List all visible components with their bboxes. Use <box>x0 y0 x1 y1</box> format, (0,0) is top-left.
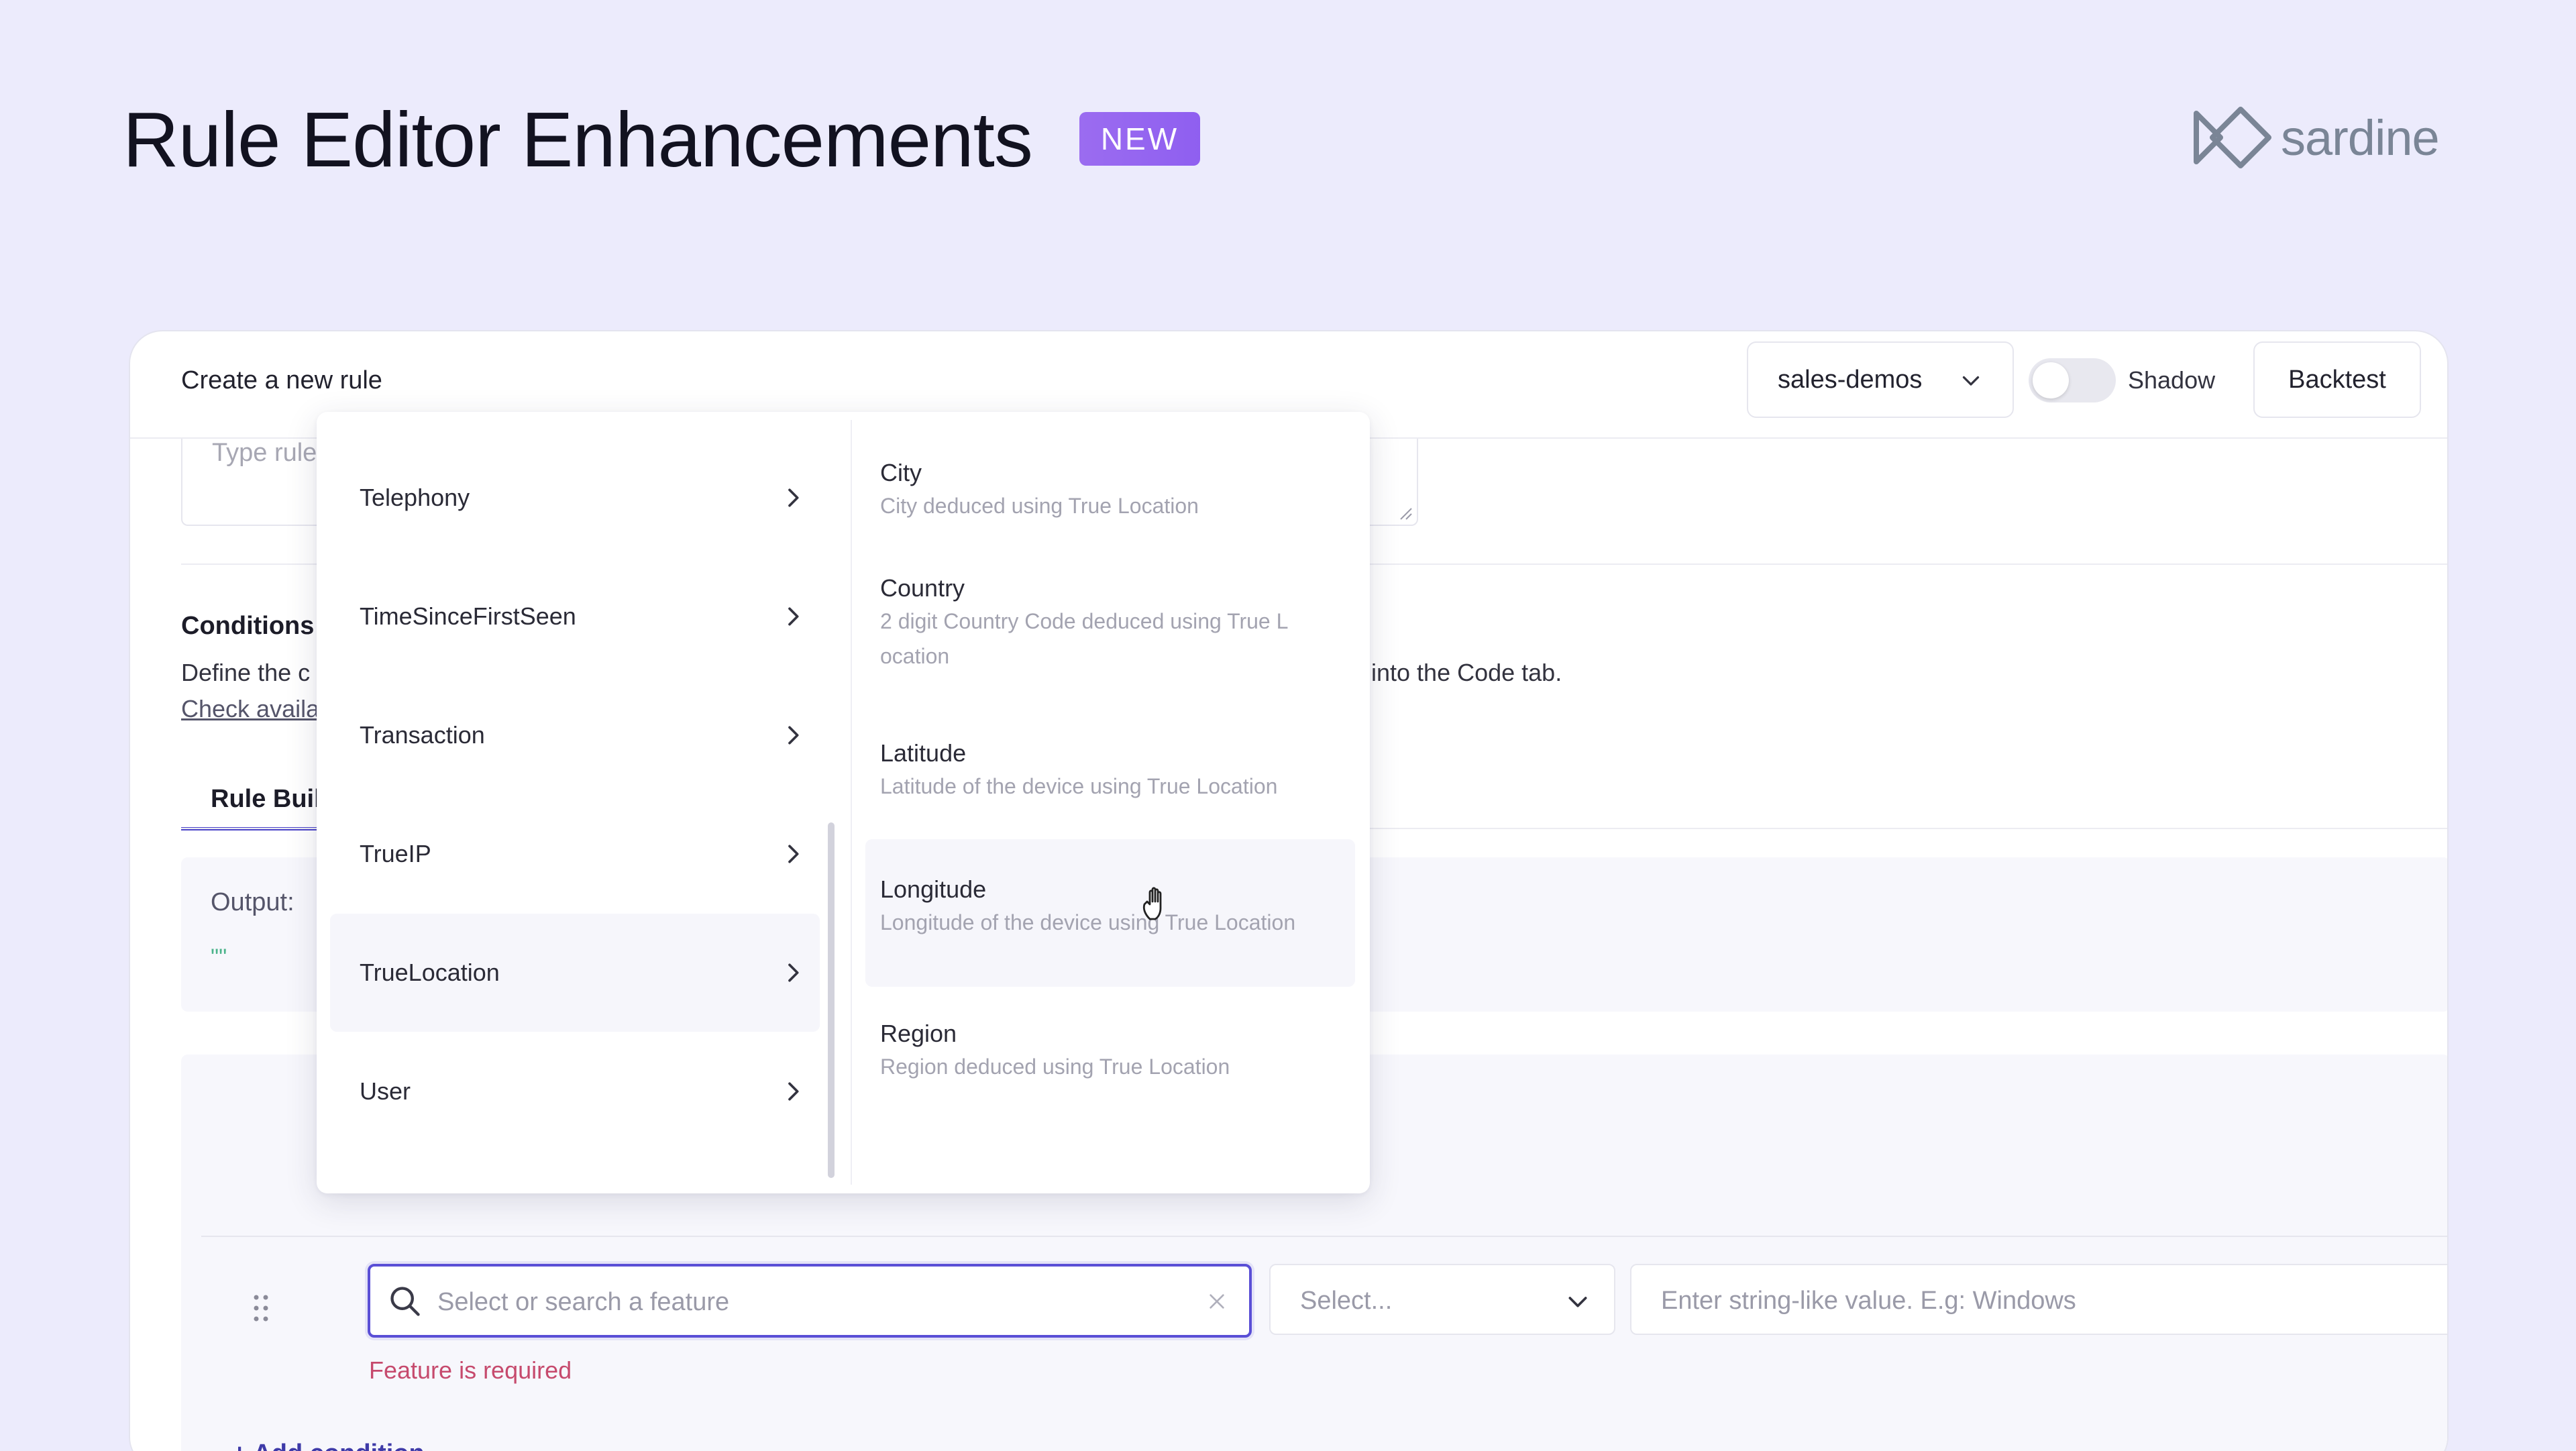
value-placeholder: Enter string-like value. E.g: Windows <box>1661 1287 2076 1315</box>
new-badge: NEW <box>1079 112 1200 166</box>
workspace-select[interactable]: sales-demos <box>1747 341 2014 418</box>
output-label: Output: <box>211 888 294 916</box>
chevron-right-icon <box>788 726 799 745</box>
feature-error: Feature is required <box>369 1356 572 1384</box>
page-title: Rule Editor Enhancements <box>123 96 1033 183</box>
logo-text: sardine <box>2281 109 2440 166</box>
category-item-trueip[interactable]: TrueIP <box>330 795 820 913</box>
search-icon <box>390 1287 420 1316</box>
conditions-title: Conditions <box>181 612 315 640</box>
feature-description: Region deduced using True Location <box>880 1055 1230 1079</box>
backtest-button[interactable]: Backtest <box>2253 341 2421 418</box>
hand-cursor-icon <box>1142 887 1162 920</box>
feature-search-input[interactable]: Select or search a feature <box>368 1264 1252 1338</box>
feature-item-latitude[interactable]: Latitude Latitude of the device using Tr… <box>865 719 1355 826</box>
category-label: TrueIP <box>360 840 431 867</box>
feature-placeholder: Select or search a feature <box>437 1288 730 1316</box>
dropdown-divider <box>851 420 852 1185</box>
operator-select[interactable]: Select... <box>1269 1264 1615 1335</box>
feature-dropdown: Telephony TimeSinceFirstSeen Transaction… <box>317 412 1370 1193</box>
workspace-value: sales-demos <box>1778 365 1923 394</box>
feature-description-cont: ocation <box>880 644 950 668</box>
sardine-logo-icon <box>2194 107 2271 168</box>
chevron-right-icon <box>788 488 799 507</box>
drag-handle-icon[interactable] <box>252 1293 270 1323</box>
feature-name: Region <box>880 1020 957 1047</box>
output-value[interactable]: "" <box>211 945 227 971</box>
card-title: Create a new rule <box>181 366 382 394</box>
conditions-description-end: into the Code tab. <box>1371 659 1562 686</box>
chevron-down-icon <box>1962 376 1980 386</box>
category-item-telephony[interactable]: Telephony <box>330 439 820 557</box>
category-label: Transaction <box>360 721 485 749</box>
add-condition-button[interactable]: + Add condition <box>232 1440 425 1451</box>
category-label: User <box>360 1077 411 1105</box>
builder-divider <box>201 1236 2447 1237</box>
feature-name: City <box>880 459 922 486</box>
category-item-timesincefirstseen[interactable]: TimeSinceFirstSeen <box>330 557 820 676</box>
chevron-right-icon <box>788 845 799 863</box>
chevron-right-icon <box>788 607 799 626</box>
category-item-user[interactable]: User <box>330 1032 820 1150</box>
chevron-down-icon <box>1568 1297 1587 1307</box>
feature-item-country[interactable]: Country 2 digit Country Code deduced usi… <box>865 554 1355 702</box>
resize-handle-icon[interactable] <box>1398 506 1413 521</box>
chevron-right-icon <box>788 963 799 982</box>
sardine-logo: sardine <box>2192 104 2440 171</box>
feature-item-city[interactable]: City City deduced using True Location <box>865 439 1355 539</box>
category-label: TrueLocation <box>360 959 500 986</box>
feature-description: 2 digit Country Code deduced using True … <box>880 609 1289 633</box>
check-available-link[interactable]: Check availa <box>181 695 319 723</box>
category-item-truelocation[interactable]: TrueLocation <box>330 914 820 1032</box>
chevron-right-icon <box>788 1082 799 1101</box>
category-item-transaction[interactable]: Transaction <box>330 676 820 794</box>
feature-name: Longitude <box>880 875 987 903</box>
feature-description: Longitude of the device using True Locat… <box>880 910 1296 934</box>
shadow-label: Shadow <box>2128 366 2216 394</box>
value-input[interactable]: Enter string-like value. E.g: Windows <box>1630 1264 2447 1335</box>
category-label: Telephony <box>360 484 470 511</box>
dropdown-scrollbar[interactable] <box>828 822 835 1178</box>
feature-description: City deduced using True Location <box>880 494 1199 518</box>
feature-item-region[interactable]: Region Region deduced using True Locatio… <box>865 1000 1355 1107</box>
feature-description: Latitude of the device using True Locati… <box>880 774 1278 798</box>
description-placeholder: Type rule <box>212 439 317 467</box>
toggle-knob <box>2033 362 2069 398</box>
conditions-description: Define the c <box>181 659 311 686</box>
feature-name: Latitude <box>880 739 967 767</box>
shadow-toggle[interactable] <box>2029 358 2116 402</box>
category-label: TimeSinceFirstSeen <box>360 602 576 630</box>
clear-icon[interactable] <box>1206 1291 1228 1312</box>
operator-placeholder: Select... <box>1300 1287 1393 1315</box>
feature-item-longitude[interactable]: Longitude Longitude of the device using … <box>865 839 1355 987</box>
feature-name: Country <box>880 574 965 602</box>
